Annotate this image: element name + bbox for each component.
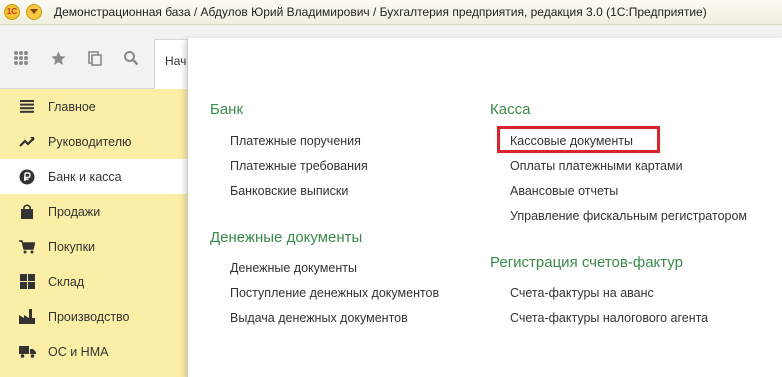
link-payment-orders[interactable]: Платежные поручения: [230, 134, 361, 148]
sidebar-item-label: Банк и касса: [48, 169, 122, 184]
main-menu-button[interactable]: [26, 4, 42, 20]
sidebar-item-label: Покупки: [48, 239, 96, 254]
link-money-docs-issue[interactable]: Выдача денежных документов: [230, 311, 408, 325]
link-payment-requests[interactable]: Платежные требования: [230, 159, 368, 173]
apps-grid-icon[interactable]: [12, 49, 30, 67]
sidebar-item-fixed-assets[interactable]: ОС и НМА: [0, 334, 187, 369]
sidebar-item-label: Склад: [48, 274, 85, 289]
sidebar-item-warehouse[interactable]: Склад: [0, 264, 187, 299]
cart-icon: [18, 238, 36, 256]
sidebar-item-manager[interactable]: Руководителю: [0, 124, 187, 159]
sidebar-item-sales[interactable]: Продажи: [0, 194, 187, 229]
trend-up-icon: [18, 133, 36, 151]
ruble-coin-icon: [18, 168, 36, 186]
sidebar-item-main[interactable]: Главное: [0, 89, 187, 124]
app-logo-icon[interactable]: 1С: [4, 4, 20, 20]
window-title: Демонстрационная база / Абдулов Юрий Вла…: [54, 5, 707, 19]
sidebar-item-label: Главное: [48, 99, 96, 114]
sidebar-item-label: Руководителю: [48, 134, 132, 149]
link-bank-statements[interactable]: Банковские выписки: [230, 184, 348, 198]
chevron-down-icon: [30, 9, 38, 14]
truck-icon: [18, 343, 36, 361]
link-card-payments[interactable]: Оплаты платежными картами: [510, 159, 683, 173]
title-bar: 1С Демонстрационная база / Абдулов Юрий …: [0, 0, 782, 25]
link-money-docs-receipt[interactable]: Поступление денежных документов: [230, 286, 439, 300]
factory-icon: [18, 308, 36, 326]
link-tax-agent-invoices[interactable]: Счета-фактуры налогового агента: [510, 311, 708, 325]
link-money-documents[interactable]: Денежные документы: [230, 261, 357, 275]
shopping-bag-icon: [18, 203, 36, 221]
link-cash-documents[interactable]: Кассовые документы: [510, 134, 633, 148]
sidebar-item-production[interactable]: Производство: [0, 299, 187, 334]
section-panel: Банк Платежные поручения Платежные требо…: [187, 38, 782, 377]
link-fiscal-registrar[interactable]: Управление фискальным регистратором: [510, 209, 747, 223]
star-icon[interactable]: [49, 49, 67, 67]
search-icon[interactable]: [122, 49, 140, 67]
history-icon[interactable]: [86, 49, 104, 67]
sidebar-item-bank-cash[interactable]: Банк и касса: [0, 159, 187, 194]
tab-home-label: Нач: [165, 54, 187, 68]
sidebar-item-label: Производство: [48, 309, 130, 324]
menu-lines-icon: [18, 98, 36, 116]
sidebar-item-purchases[interactable]: Покупки: [0, 229, 187, 264]
section-title-cash: Касса: [490, 101, 531, 118]
section-title-bank: Банк: [210, 101, 244, 118]
sidebar-item-label: Продажи: [48, 204, 101, 219]
sidebar: Главное Руководителю Банк и касса Продаж…: [0, 89, 187, 377]
warehouse-icon: [18, 273, 36, 291]
link-advance-invoices[interactable]: Счета-фактуры на аванс: [510, 286, 654, 300]
link-advance-reports[interactable]: Авансовые отчеты: [510, 184, 618, 198]
section-title-money-docs: Денежные документы: [210, 229, 363, 246]
section-title-invoices: Регистрация счетов-фактур: [490, 254, 683, 271]
sidebar-item-label: ОС и НМА: [48, 344, 109, 359]
